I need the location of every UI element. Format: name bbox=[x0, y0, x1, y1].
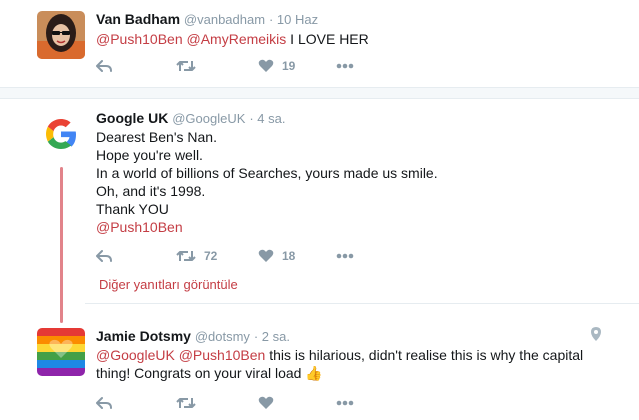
like-button[interactable]: 19 bbox=[258, 57, 295, 75]
tweet-header: Jamie Dotsmy @dotsmy · 2 sa. bbox=[96, 328, 290, 344]
tweet-jamie-dotsmy[interactable]: Jamie Dotsmy @dotsmy · 2 sa. @GoogleUK @… bbox=[0, 304, 639, 420]
tweet-text-content: this is hilarious, didn't realise this i… bbox=[269, 347, 584, 363]
avatar[interactable] bbox=[37, 110, 85, 158]
reply-icon bbox=[96, 60, 112, 72]
author-name[interactable]: Google UK bbox=[96, 110, 168, 126]
mention-link[interactable]: @Push10Ben bbox=[96, 31, 183, 47]
mention-link[interactable]: @Push10Ben bbox=[96, 218, 438, 236]
thumbs-up-emoji: 👍 bbox=[305, 365, 323, 381]
mention-link[interactable]: @AmyRemeikis bbox=[187, 31, 287, 47]
tweet-actions bbox=[96, 394, 396, 412]
timestamp[interactable]: · 4 sa. bbox=[249, 111, 285, 126]
location-pin-icon[interactable] bbox=[591, 327, 601, 346]
view-more-replies-link[interactable]: Diğer yanıtları görüntüle bbox=[99, 277, 238, 292]
more-icon bbox=[336, 63, 354, 69]
retweet-icon bbox=[176, 61, 196, 71]
more-button[interactable] bbox=[336, 394, 354, 412]
tweet-google-uk[interactable]: Google UK @GoogleUK · 4 sa. Dearest Ben'… bbox=[0, 99, 639, 323]
tweet-text-content: thing! Congrats on your viral load bbox=[96, 365, 302, 381]
thread-line bbox=[60, 167, 63, 323]
more-icon bbox=[336, 253, 354, 259]
retweet-button[interactable] bbox=[176, 57, 196, 75]
author-handle[interactable]: @dotsmy bbox=[195, 329, 250, 344]
tweet-header: Van Badham @vanbadham · 10 Haz bbox=[96, 11, 318, 27]
avatar[interactable] bbox=[37, 11, 85, 59]
retweet-icon bbox=[176, 398, 196, 408]
conversation-gap bbox=[0, 88, 639, 98]
reply-icon bbox=[96, 250, 112, 262]
tweet-van-badham[interactable]: Van Badham @vanbadham · 10 Haz @Push10Be… bbox=[0, 0, 639, 86]
more-button[interactable] bbox=[336, 247, 354, 265]
avatar[interactable] bbox=[37, 328, 85, 376]
author-handle[interactable]: @vanbadham bbox=[184, 12, 265, 27]
heart-icon bbox=[258, 396, 274, 409]
google-g-logo bbox=[46, 119, 76, 149]
timestamp[interactable]: · 2 sa. bbox=[254, 329, 290, 344]
retweet-button[interactable] bbox=[176, 394, 196, 412]
more-icon bbox=[336, 400, 354, 406]
reply-button[interactable] bbox=[96, 57, 112, 75]
like-count: 19 bbox=[282, 59, 296, 73]
heart-icon bbox=[258, 59, 274, 72]
author-name[interactable]: Jamie Dotsmy bbox=[96, 328, 191, 344]
tweet-text: @Push10Ben @AmyRemeikis I LOVE HER bbox=[96, 30, 369, 48]
like-button[interactable]: 18 bbox=[258, 247, 295, 265]
reply-button[interactable] bbox=[96, 394, 112, 412]
reply-icon bbox=[96, 397, 112, 409]
tweet-line: Oh, and it's 1998. bbox=[96, 183, 206, 199]
tweet-actions: 19 bbox=[96, 57, 396, 75]
tweet-line: In a world of billions of Searches, your… bbox=[96, 165, 438, 181]
like-button[interactable] bbox=[258, 394, 274, 412]
tweet-text: @GoogleUK @Push10Ben this is hilarious, … bbox=[96, 346, 616, 382]
author-handle[interactable]: @GoogleUK bbox=[172, 111, 245, 126]
mention-link[interactable]: @Push10Ben bbox=[179, 347, 266, 363]
mention-link[interactable]: @GoogleUK bbox=[96, 347, 175, 363]
author-name[interactable]: Van Badham bbox=[96, 11, 180, 27]
retweet-icon bbox=[176, 251, 196, 261]
tweet-line: Thank YOU bbox=[96, 201, 169, 217]
more-button[interactable] bbox=[336, 57, 354, 75]
retweet-count: 72 bbox=[204, 249, 218, 263]
tweet-line: Dearest Ben's Nan. bbox=[96, 129, 217, 145]
tweet-header: Google UK @GoogleUK · 4 sa. bbox=[96, 110, 285, 126]
retweet-button[interactable]: 72 bbox=[176, 247, 217, 265]
tweet-text: Dearest Ben's Nan. Hope you're well. In … bbox=[96, 128, 438, 236]
tweet-text-content: I LOVE HER bbox=[290, 31, 369, 47]
tweet-actions: 72 18 bbox=[96, 247, 396, 265]
like-count: 18 bbox=[282, 249, 296, 263]
reply-button[interactable] bbox=[96, 247, 112, 265]
heart-icon bbox=[258, 249, 274, 262]
timestamp[interactable]: · 10 Haz bbox=[269, 12, 318, 27]
tweet-line: Hope you're well. bbox=[96, 147, 203, 163]
